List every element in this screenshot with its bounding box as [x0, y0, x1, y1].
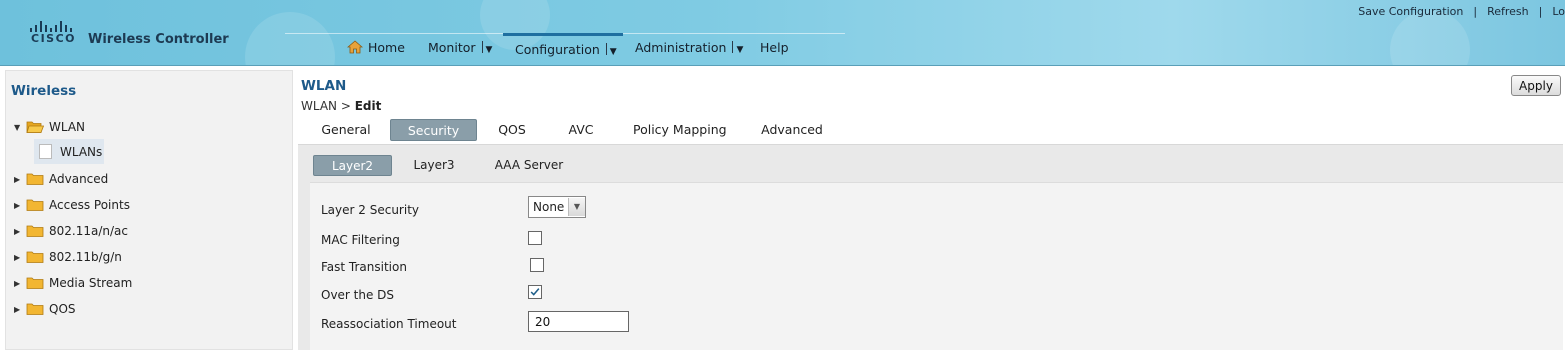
link-separator: | [1538, 5, 1543, 18]
nav-home-label: Home [368, 40, 405, 55]
sidebar-item-wlans[interactable]: WLANs [34, 139, 104, 164]
nav-administration-label: Administration [635, 40, 727, 55]
sidebar-title: Wireless [11, 83, 77, 99]
mac-filtering-checkbox[interactable] [528, 231, 542, 245]
sidebar-item-label: Access Points [49, 198, 130, 212]
folder-icon [26, 303, 44, 315]
collapsed-arrow-icon[interactable]: ▶ [14, 201, 24, 210]
sidebar-item-advanced[interactable]: ▶ Advanced [14, 168, 108, 190]
sidebar-item-label: WLANs [60, 144, 103, 159]
tab-qos[interactable]: QOS [494, 119, 530, 141]
sidebar-item-label: 802.11b/g/n [49, 250, 122, 264]
cisco-logo-text: CISCO [31, 32, 77, 45]
sidebar-item-label: WLAN [49, 120, 86, 134]
tab-policy-mapping[interactable]: Policy Mapping [633, 119, 727, 141]
folder-icon [26, 251, 44, 263]
collapsed-arrow-icon[interactable]: ▶ [14, 175, 24, 184]
sidebar-item-label: 802.11a/n/ac [49, 224, 128, 238]
sidebar-item-wlan[interactable]: ▼ WLAN [14, 116, 85, 138]
subtab-layer3[interactable]: Layer3 [410, 155, 458, 176]
nav-configuration[interactable]: Configuration ▼ [503, 33, 623, 64]
layer2-security-select[interactable]: None ▼ [528, 196, 586, 218]
tab-general[interactable]: General [320, 119, 372, 141]
cisco-logo: CISCO [28, 20, 78, 46]
sidebar-item-80211bgn[interactable]: ▶ 802.11b/g/n [14, 246, 122, 268]
over-the-ds-checkbox[interactable] [528, 285, 542, 299]
folder-icon [26, 173, 44, 185]
sidebar-item-media-stream[interactable]: ▶ Media Stream [14, 272, 132, 294]
tab-advanced[interactable]: Advanced [760, 119, 824, 141]
mac-filtering-label: MAC Filtering [321, 233, 400, 247]
collapsed-arrow-icon[interactable]: ▶ [14, 227, 24, 236]
home-icon [347, 40, 363, 54]
nav-divider [481, 41, 483, 53]
chevron-down-icon[interactable]: ▼ [568, 198, 585, 216]
expanded-arrow-icon[interactable]: ▼ [14, 123, 24, 132]
over-the-ds-label: Over the DS [321, 288, 395, 302]
nav-configuration-label: Configuration [515, 42, 600, 57]
reassociation-timeout-label: Reassociation Timeout [321, 317, 457, 331]
sidebar-item-label: QOS [49, 302, 76, 316]
breadcrumb: WLAN > Edit [301, 99, 381, 113]
app-header: CISCO Wireless Controller Save Configura… [0, 0, 1565, 66]
layer2-security-value: None [533, 200, 565, 214]
nav-monitor[interactable]: Monitor ▼ [428, 34, 492, 65]
sidebar-item-access-points[interactable]: ▶ Access Points [14, 194, 130, 216]
subtab-aaa-server[interactable]: AAA Server [493, 155, 565, 176]
reassociation-timeout-input[interactable] [528, 311, 629, 332]
chevron-down-icon[interactable]: ▼ [736, 45, 743, 55]
tab-avc[interactable]: AVC [565, 119, 597, 141]
nav-help[interactable]: Help [760, 34, 789, 65]
nav-divider [605, 43, 607, 55]
header-decoration [1390, 10, 1470, 65]
apply-button[interactable]: Apply [1511, 75, 1561, 96]
save-configuration-link[interactable]: Save Configuration [1358, 5, 1463, 18]
folder-icon [26, 199, 44, 211]
checkmark-icon [530, 288, 540, 296]
subtab-layer2[interactable]: Layer2 [313, 155, 392, 176]
breadcrumb-current: Edit [354, 99, 382, 113]
collapsed-arrow-icon[interactable]: ▶ [14, 253, 24, 262]
page-icon [39, 144, 52, 159]
layer2-form-panel [310, 182, 1563, 350]
folder-icon [26, 277, 44, 289]
layer2-security-label: Layer 2 Security [321, 203, 419, 217]
folder-open-icon [26, 121, 44, 133]
main-nav: Home Monitor ▼ Configuration ▼ Administrat… [285, 33, 845, 65]
sidebar-item-label: Media Stream [49, 276, 133, 290]
link-separator: | [1473, 5, 1478, 18]
nav-home[interactable]: Home [347, 34, 405, 65]
nav-administration[interactable]: Administration ▼ [635, 34, 743, 65]
nav-help-label: Help [760, 40, 789, 55]
breadcrumb-parent: WLAN > [301, 99, 355, 113]
sidebar-item-80211anac[interactable]: ▶ 802.11a/n/ac [14, 220, 128, 242]
chevron-down-icon[interactable]: ▼ [610, 47, 617, 57]
cisco-logo-bars [30, 20, 76, 32]
collapsed-arrow-icon[interactable]: ▶ [14, 305, 24, 314]
sidebar-item-label: Advanced [49, 172, 109, 186]
nav-divider [732, 41, 734, 53]
collapsed-arrow-icon[interactable]: ▶ [14, 279, 24, 288]
sidebar-item-qos[interactable]: ▶ QOS [14, 298, 76, 320]
fast-transition-label: Fast Transition [321, 260, 407, 274]
folder-icon [26, 225, 44, 237]
chevron-down-icon[interactable]: ▼ [486, 45, 493, 55]
page-title: WLAN [301, 78, 347, 94]
fast-transition-checkbox[interactable] [530, 258, 544, 272]
refresh-link[interactable]: Refresh [1487, 5, 1529, 18]
top-links: Save Configuration | Refresh | Lo [1358, 5, 1565, 18]
nav-monitor-label: Monitor [428, 40, 476, 55]
logout-link[interactable]: Lo [1552, 5, 1565, 18]
product-name: Wireless Controller [88, 32, 229, 47]
tab-security[interactable]: Security [390, 119, 477, 141]
